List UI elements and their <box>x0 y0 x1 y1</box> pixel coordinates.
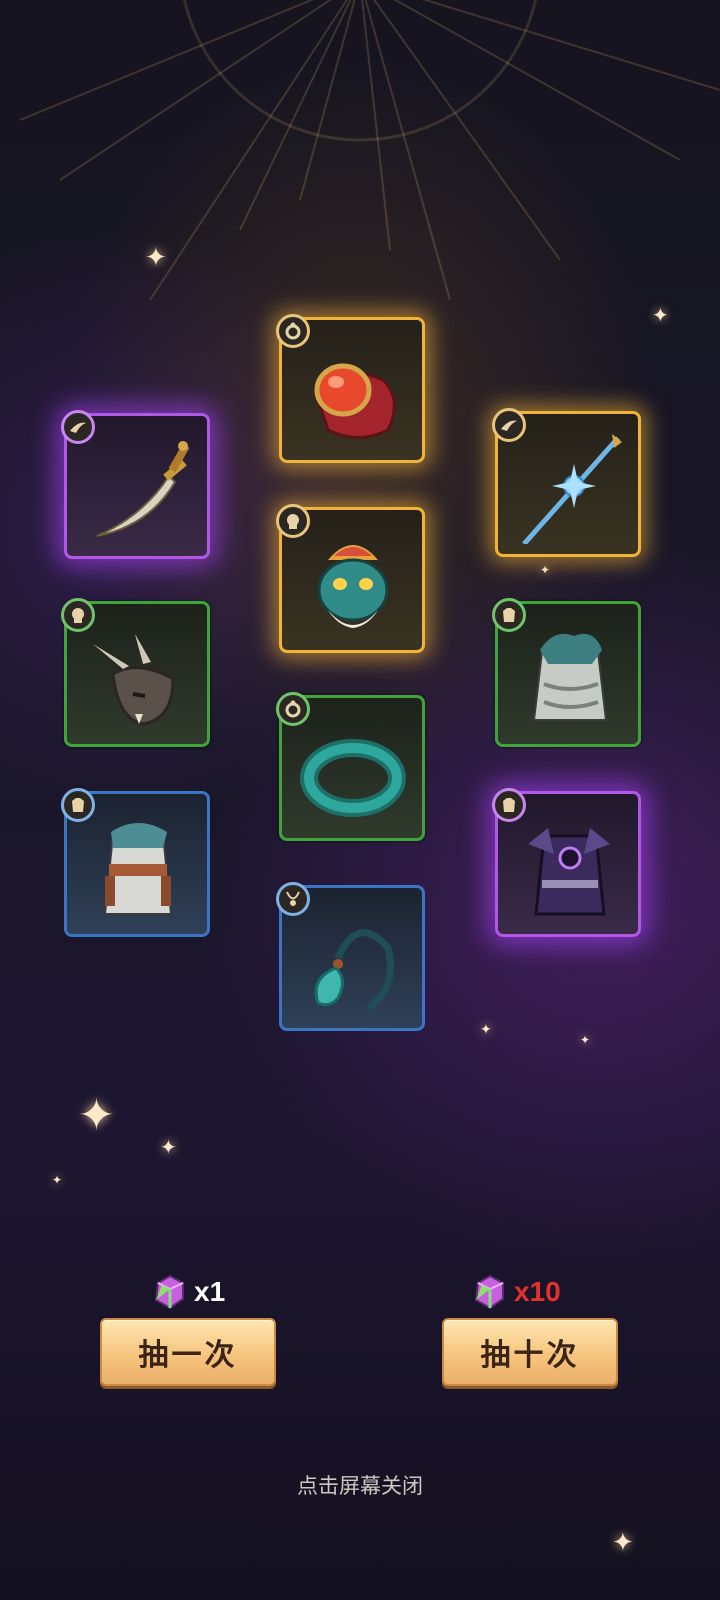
draw-ten-cost: x10 <box>470 1273 561 1311</box>
item-card-jade-armor[interactable] <box>492 598 641 747</box>
jade-armor-icon <box>532 633 608 721</box>
crystal-gem-icon <box>154 1274 184 1310</box>
draw-ten-cost-text: x10 <box>514 1276 561 1307</box>
item-card-dark-armor[interactable] <box>492 788 641 937</box>
dark-armor-icon <box>528 828 610 916</box>
item-card-ice-spear[interactable] <box>492 408 641 557</box>
tap-to-close-hint[interactable]: 点击屏幕关闭 <box>0 1470 720 1500</box>
sparkle-icon: ✦ <box>580 1033 591 1047</box>
sparkle-icon: ✦ <box>480 1022 492 1038</box>
sparkle-icon: ✦ <box>145 243 167 273</box>
monkey-king-mask-icon <box>317 545 389 628</box>
draw-one-button[interactable]: 抽一次 <box>100 1318 276 1386</box>
dagger-icon <box>96 441 190 537</box>
draw-one-cost: x1 <box>150 1273 225 1311</box>
item-card-jade-ring[interactable] <box>276 692 425 841</box>
crystal-gem-icon <box>474 1274 504 1310</box>
jade-pendant-icon <box>314 929 394 1011</box>
beast-mask-icon <box>93 634 175 726</box>
item-card-dagger[interactable] <box>61 410 210 559</box>
item-card-monkey-king-mask[interactable] <box>276 504 425 653</box>
ice-spear-icon <box>522 434 622 544</box>
sparkle-icon: ✦ <box>612 1528 634 1558</box>
item-card-beast-mask[interactable] <box>61 598 210 747</box>
draw-ten-button[interactable]: 抽十次 <box>442 1318 618 1386</box>
sparkle-icon: ✦ <box>540 563 551 577</box>
sparkle-icon: ✦ <box>160 1135 177 1159</box>
sparkle-icon: ✦ <box>652 303 669 327</box>
draw-one-cost-text: x1 <box>194 1276 226 1307</box>
scout-robe-icon <box>103 823 173 915</box>
red-gem-ring-icon <box>314 363 396 439</box>
sparkle-icon: ✦ <box>78 1090 115 1141</box>
item-card-scout-robe[interactable] <box>61 788 210 937</box>
sparkle-icon: ✦ <box>52 1173 63 1187</box>
item-card-red-gem-ring[interactable] <box>276 314 425 463</box>
jade-ring-icon <box>300 739 406 817</box>
item-card-jade-pendant[interactable] <box>276 882 425 1031</box>
